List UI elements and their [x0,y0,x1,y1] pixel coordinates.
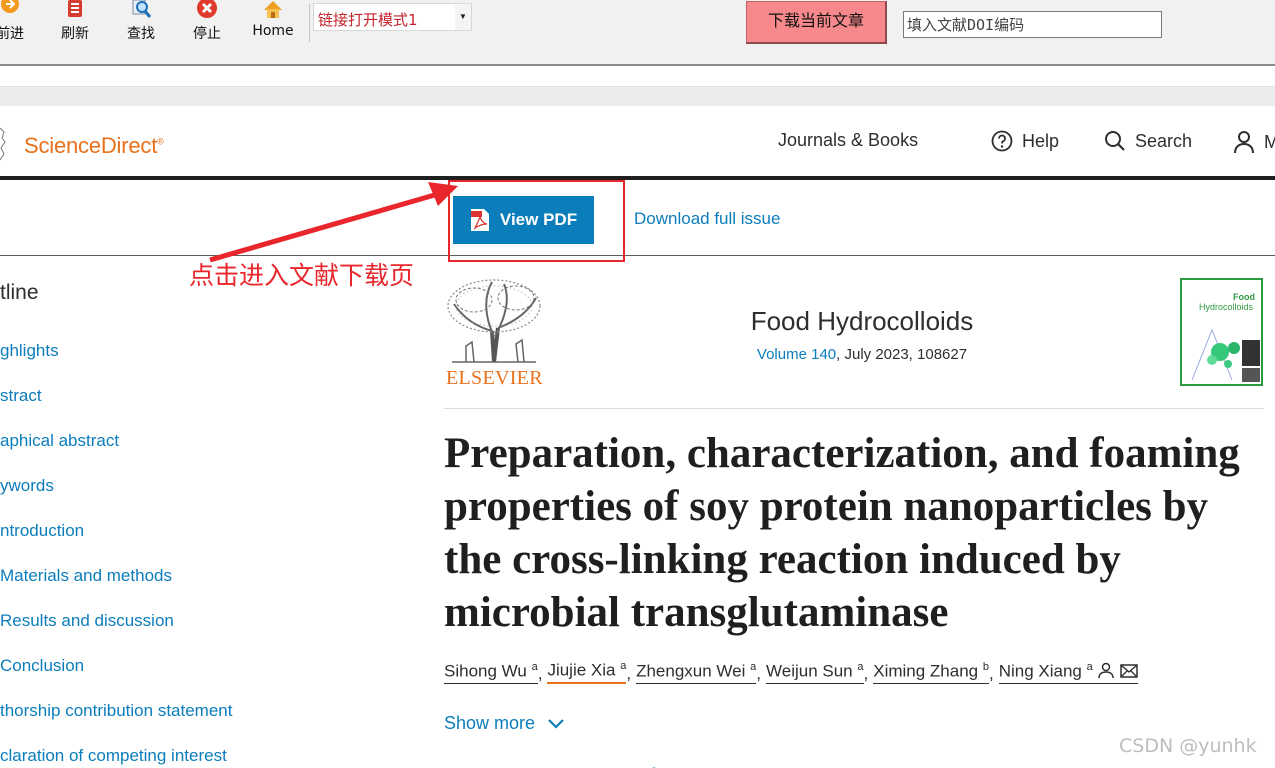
person-icon [1098,662,1115,678]
author-name: Jiujie Xia [547,660,616,680]
download-article-button[interactable]: 下载当前文章 [746,1,887,44]
annotation-text: 点击进入文献下载页 [189,261,415,290]
author-separator: , [756,663,761,683]
outline-heading: tline [0,281,39,304]
nav-help[interactable]: Help [991,130,1059,152]
volume-link[interactable]: Volume 140 [757,346,836,363]
refresh-button[interactable]: 刷新 [47,0,103,50]
nav-journals-books[interactable]: Journals & Books [778,130,918,151]
elsevier-tree-mini-icon [0,127,6,161]
show-more-button[interactable]: Show more [444,713,565,734]
home-button[interactable]: Home [245,0,301,50]
find-icon [132,0,152,18]
chevron-down-icon [548,718,564,729]
show-more-label: Show more [444,713,536,733]
nav-help-label: Help [1022,130,1060,151]
stop-icon [197,0,217,18]
issue-info: , July 2023, 108627 [836,346,968,363]
forward-icon [1,0,19,13]
cover-title-hydrocolloids: Hydrocolloids [1199,302,1254,312]
refresh-icon [68,0,82,17]
article-toolbar: View PDF Download full issue [0,184,1275,256]
site-header: ScienceDirect® Journals & Books Help Sea… [0,106,1275,180]
article-title: Preparation, characterization, and foami… [444,430,1240,636]
cover-art-icon: Food Hydrocolloids [1182,280,1261,384]
author-affiliation: a [1086,661,1093,673]
browser-toolbar: 前进 刷新 查找 停止 Home 链接打开模式1 ▼ 下载当前文章 [0,0,1275,66]
author-link[interactable]: Sihong Wu a [444,661,538,684]
author-link[interactable]: Weijun Sun a [766,661,864,684]
csdn-watermark: CSDN @yunhk [1119,735,1257,757]
doi-input[interactable] [903,11,1162,38]
help-icon [991,130,1013,152]
author-separator: , [537,663,543,683]
forward-label: 前进 [0,26,24,42]
author-separator: , [626,663,632,683]
author-name: Zhengxun Wei [636,661,746,681]
search-icon [1105,131,1125,151]
home-label: Home [252,23,294,39]
pdf-icon [470,209,489,231]
outline-item-keywords[interactable]: ywords [0,476,54,496]
author-link[interactable]: Zhengxun Wei a [636,661,757,684]
download-full-issue-link[interactable]: Download full issue [634,209,780,229]
author-name: Sihong Wu [444,661,527,681]
journal-title-text: Food Hydrocolloids [750,306,974,336]
nav-journals-label: Journals & Books [778,130,919,150]
nav-search[interactable]: Search [1104,130,1192,152]
sciencedirect-logo[interactable]: ScienceDirect® [24,133,164,159]
browser-window: 前进 刷新 查找 停止 Home 链接打开模式1 ▼ 下载当前文章 Scienc… [0,0,1275,768]
author-name: Weijun Sun [766,661,853,681]
author-list: Sihong Wu a, Jiujie Xia a, Zhengxun Wei … [444,660,1139,684]
elsevier-wordmark: ELSEVIER [446,367,543,389]
find-button[interactable]: 查找 [113,0,169,50]
author-link[interactable]: Ximing Zhang b [873,661,989,684]
author-name: Ning Xiang [998,661,1082,681]
view-pdf-button[interactable]: View PDF [453,196,594,244]
refresh-label: 刷新 [61,26,89,42]
nav-account-label: M [1264,131,1275,152]
outline-item-competing-interest[interactable]: claration of competing interest [0,746,227,766]
journal-meta: Volume 140, July 2023, 108627 [612,346,1112,363]
cut-off-row [444,760,774,768]
stop-button[interactable]: 停止 [179,0,235,50]
outline-item-authorship[interactable]: thorship contribution statement [0,701,232,721]
outline-item-results-discussion[interactable]: Results and discussion [0,611,174,631]
cover-title-food: Food [1233,292,1255,302]
stop-label: 停止 [193,26,221,42]
author-link[interactable]: Ning Xiang a [998,661,1139,684]
author-link[interactable]: Jiujie Xia a [547,660,627,684]
author-name: Ximing Zhang [873,661,979,681]
dropdown-arrow-icon[interactable]: ▼ [455,4,471,30]
outline-item-introduction[interactable]: ntroduction [0,521,84,541]
user-icon [1234,131,1254,154]
link-mode-value: 链接打开模式1 [318,11,418,29]
nav-search-label: Search [1135,130,1193,151]
browser-tab-strip [0,86,1275,106]
toolbar-divider [309,4,310,42]
link-mode-select[interactable]: 链接打开模式1 ▼ [313,3,472,31]
find-label: 查找 [127,26,155,42]
author-separator: , [863,663,869,683]
view-pdf-label: View PDF [499,210,578,229]
logo-text: ScienceDirect [24,133,158,158]
author-separator: , [988,663,994,683]
outline-item-abstract[interactable]: stract [0,386,42,406]
outline-item-conclusion[interactable]: Conclusion [0,656,84,676]
forward-button[interactable]: 前进 [0,0,38,50]
outline-item-highlights[interactable]: ghlights [0,341,59,361]
email-icon [1120,663,1138,678]
home-icon [264,1,282,18]
head-divider [444,408,1264,409]
journal-cover-image[interactable]: Food Hydrocolloids [1180,278,1263,386]
outline-item-materials-methods[interactable]: Materials and methods [0,566,172,586]
outline-item-graphical-abstract[interactable]: aphical abstract [0,431,119,451]
nav-account[interactable]: M [1233,130,1275,154]
journal-title[interactable]: Food Hydrocolloids [612,306,1112,337]
